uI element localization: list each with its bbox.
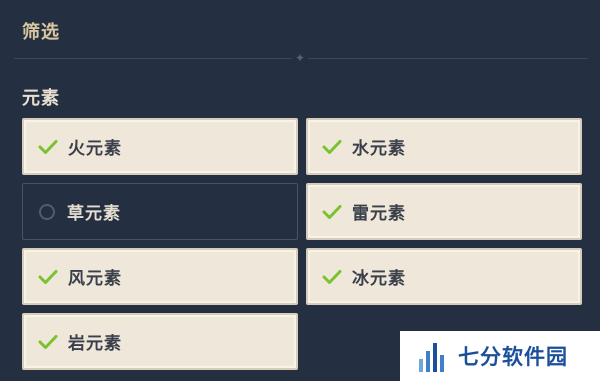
logo-text: 七分软件园	[458, 345, 568, 369]
option-hydro[interactable]: 水元素	[306, 118, 582, 175]
divider	[308, 58, 588, 59]
divider	[14, 58, 292, 59]
option-label: 雷元素	[352, 204, 406, 224]
option-geo[interactable]: 岩元素	[22, 313, 298, 370]
check-icon	[36, 330, 60, 354]
check-icon	[320, 135, 344, 159]
option-label: 草元素	[67, 204, 121, 224]
filter-panel: 筛选 ✦ 元素 火元素 水元素 草元素 雷元素 风元素 冰元素 岩元素 七分软件…	[0, 0, 600, 381]
check-icon	[320, 265, 344, 289]
check-icon	[36, 265, 60, 289]
radio-empty-icon	[35, 200, 59, 224]
check-icon	[320, 200, 344, 224]
option-electro[interactable]: 雷元素	[306, 183, 582, 240]
option-cryo[interactable]: 冰元素	[306, 248, 582, 305]
star-icon: ✦	[294, 51, 306, 65]
option-label: 风元素	[68, 269, 122, 289]
option-label: 水元素	[352, 139, 406, 159]
check-icon	[36, 135, 60, 159]
site-logo: 七分软件园	[400, 331, 600, 381]
panel-title: 筛选	[22, 22, 60, 43]
option-pyro[interactable]: 火元素	[22, 118, 298, 175]
bar-chart-icon	[418, 339, 448, 373]
section-title-element: 元素	[22, 88, 60, 109]
option-anemo[interactable]: 风元素	[22, 248, 298, 305]
option-label: 岩元素	[68, 334, 122, 354]
option-dendro[interactable]: 草元素	[22, 183, 298, 240]
option-label: 火元素	[68, 139, 122, 159]
option-label: 冰元素	[352, 269, 406, 289]
